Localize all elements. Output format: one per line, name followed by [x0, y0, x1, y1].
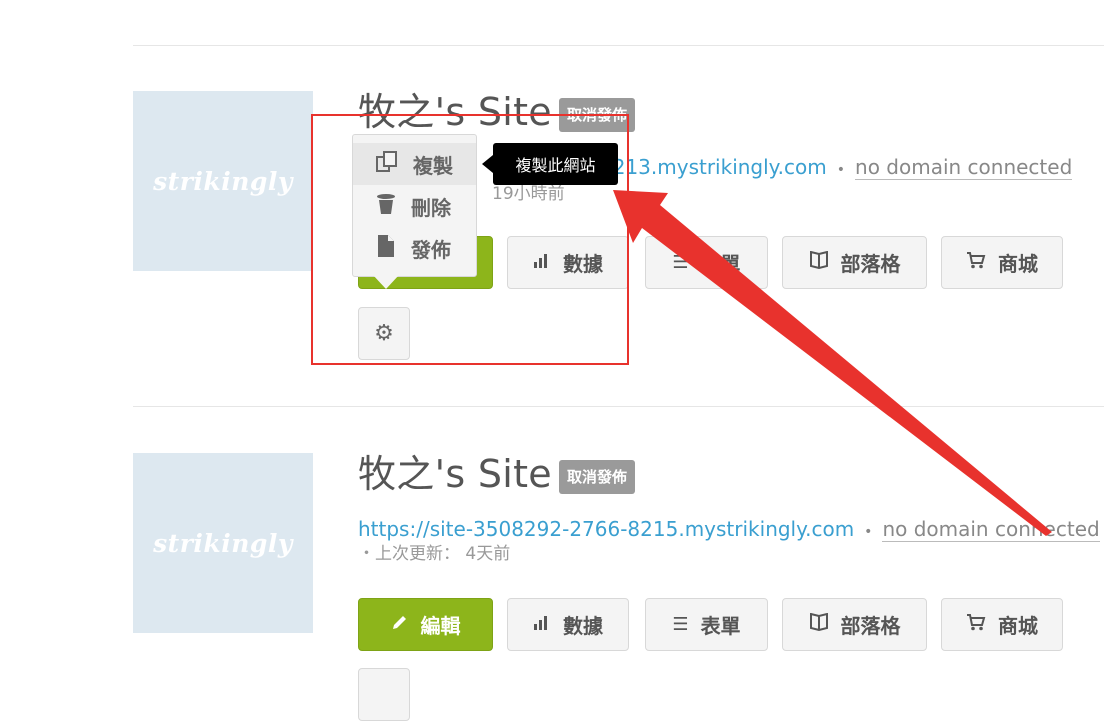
annotation-arrow [613, 190, 1052, 536]
